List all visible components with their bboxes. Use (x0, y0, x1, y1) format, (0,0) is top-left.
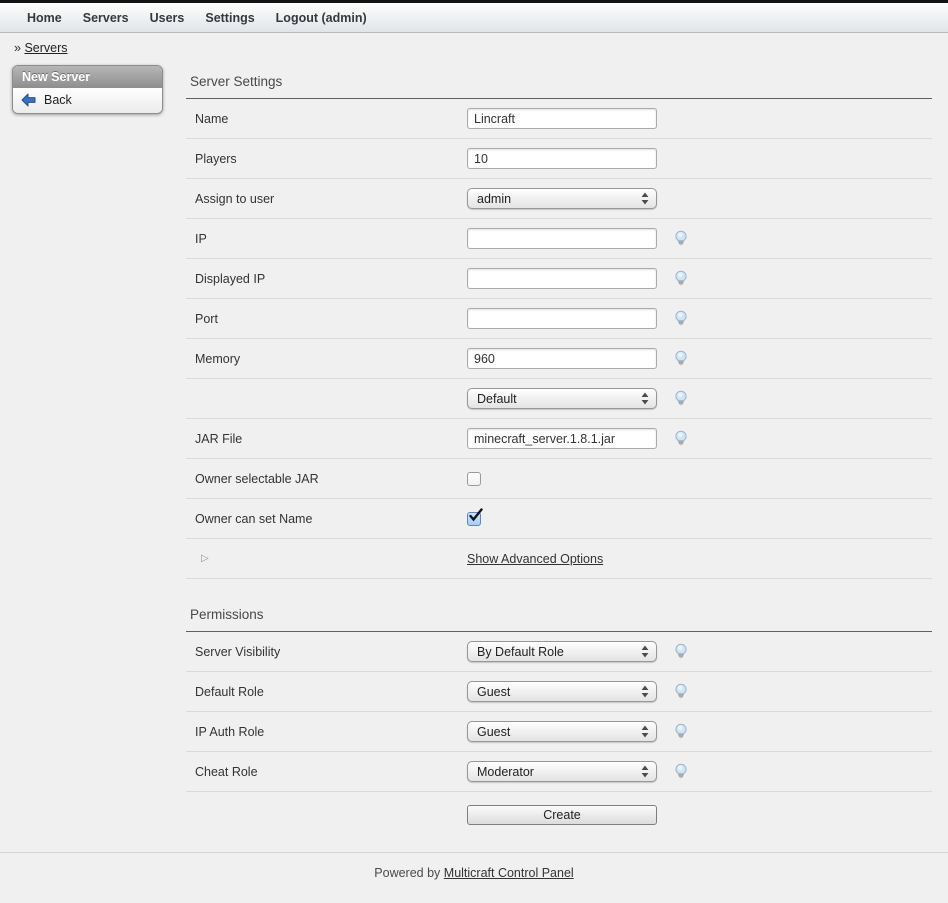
bulb-icon[interactable] (673, 390, 689, 407)
field-label: Assign to user (186, 192, 467, 206)
field-label: Server Visibility (186, 645, 467, 659)
cheat-role-select[interactable]: Moderator (467, 761, 657, 782)
back-button[interactable]: Back (13, 88, 162, 113)
bulb-icon[interactable] (673, 643, 689, 660)
select-value: Guest (477, 685, 510, 699)
row-create: Create (186, 792, 932, 838)
nav-item-settings[interactable]: Settings (205, 11, 254, 25)
row-ip: IP (186, 219, 932, 259)
select-value: Moderator (477, 765, 534, 779)
nav-item-home[interactable]: Home (27, 11, 62, 25)
updown-stepper-icon (641, 392, 649, 405)
field-label: Memory (186, 352, 467, 366)
jar-file-input[interactable] (467, 428, 657, 449)
default-role-select[interactable]: Guest (467, 681, 657, 702)
field-label: IP Auth Role (186, 725, 467, 739)
bulb-icon[interactable] (673, 763, 689, 780)
multicraft-link[interactable]: Multicraft Control Panel (444, 866, 574, 880)
row-port: Port (186, 299, 932, 339)
breadcrumb: » Servers (0, 33, 948, 54)
row-cheat-role: Cheat Role Moderator (186, 752, 932, 792)
name-input[interactable] (467, 108, 657, 129)
back-button-label: Back (44, 93, 72, 107)
field-label: Port (186, 312, 467, 326)
row-owner-selectable-jar: Owner selectable JAR (186, 459, 932, 499)
expand-triangle-icon[interactable]: ▷ (195, 553, 209, 564)
bulb-icon[interactable] (673, 430, 689, 447)
bulb-icon[interactable] (673, 270, 689, 287)
field-label: Displayed IP (186, 272, 467, 286)
field-label: Name (186, 112, 467, 126)
bulb-icon[interactable] (673, 683, 689, 700)
row-displayed-ip: Displayed IP (186, 259, 932, 299)
nav-item-servers[interactable]: Servers (83, 11, 129, 25)
select-value: Guest (477, 725, 510, 739)
row-players: Players (186, 139, 932, 179)
field-label: Owner selectable JAR (186, 472, 467, 486)
row-show-advanced-options: ▷ Show Advanced Options (186, 539, 932, 579)
breadcrumb-servers-link[interactable]: Servers (24, 41, 67, 55)
row-memory: Memory (186, 339, 932, 379)
row-jar-file: JAR File (186, 419, 932, 459)
field-label: Players (186, 152, 467, 166)
port-input[interactable] (467, 308, 657, 329)
breadcrumb-symbol: » (14, 41, 21, 55)
row-owner-can-set-name: Owner can set Name (186, 499, 932, 539)
bulb-icon[interactable] (673, 230, 689, 247)
row-default-role: Default Role Guest (186, 672, 932, 712)
ip-auth-role-select[interactable]: Guest (467, 721, 657, 742)
owner-can-set-name-checkbox[interactable] (467, 512, 481, 526)
ip-input[interactable] (467, 228, 657, 249)
create-button[interactable]: Create (467, 805, 657, 825)
select-value: By Default Role (477, 645, 564, 659)
row-default: Default (186, 379, 932, 419)
updown-stepper-icon (641, 765, 649, 778)
main-navigation: Home Servers Users Settings Logout (admin) (0, 3, 948, 33)
updown-stepper-icon (641, 685, 649, 698)
select-value: Default (477, 392, 517, 406)
row-name: Name (186, 99, 932, 139)
players-input[interactable] (467, 148, 657, 169)
nav-item-users[interactable]: Users (150, 11, 185, 25)
row-ip-auth-role: IP Auth Role Guest (186, 712, 932, 752)
updown-stepper-icon (641, 192, 649, 205)
displayed-ip-input[interactable] (467, 268, 657, 289)
server-visibility-select[interactable]: By Default Role (467, 641, 657, 662)
field-label: Default Role (186, 685, 467, 699)
assign-to-user-select[interactable]: admin (467, 188, 657, 209)
memory-input[interactable] (467, 348, 657, 369)
section-title: Permissions (186, 607, 932, 632)
new-server-panel: New Server Back (12, 65, 163, 114)
updown-stepper-icon (641, 725, 649, 738)
select-value: admin (477, 192, 511, 206)
default-select[interactable]: Default (467, 388, 657, 409)
row-server-visibility: Server Visibility By Default Role (186, 632, 932, 672)
owner-selectable-jar-checkbox[interactable] (467, 472, 481, 486)
footer: Powered by Multicraft Control Panel (0, 853, 948, 880)
field-label: Owner can set Name (186, 512, 467, 526)
row-assign-to-user: Assign to user admin (186, 179, 932, 219)
section-title: Server Settings (186, 74, 932, 99)
section-server-settings: Server Settings Name Players (186, 74, 932, 579)
bulb-icon[interactable] (673, 350, 689, 367)
field-label: Cheat Role (186, 765, 467, 779)
footer-text: Powered by (374, 866, 440, 880)
field-label: JAR File (186, 432, 467, 446)
panel-title: New Server (13, 66, 162, 88)
field-label: ▷ (186, 553, 467, 564)
section-permissions: Permissions Server Visibility By Default… (186, 607, 932, 838)
bulb-icon[interactable] (673, 723, 689, 740)
field-label: IP (186, 232, 467, 246)
bulb-icon[interactable] (673, 310, 689, 327)
back-arrow-icon (21, 93, 36, 107)
show-advanced-options-link[interactable]: Show Advanced Options (467, 552, 603, 566)
updown-stepper-icon (641, 645, 649, 658)
nav-item-logout-admin[interactable]: Logout (admin) (276, 11, 367, 25)
server-form: Server Settings Name Players (186, 74, 932, 838)
